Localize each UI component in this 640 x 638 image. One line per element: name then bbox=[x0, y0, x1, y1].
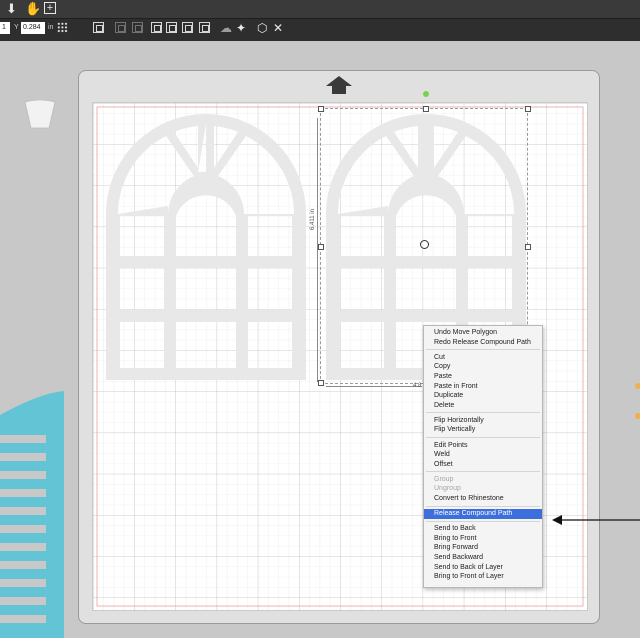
menu-item-release-compound-path[interactable]: Release Compound Path bbox=[424, 509, 542, 520]
width-dimension-line bbox=[326, 386, 422, 387]
down-arrow-icon[interactable]: ⬇ bbox=[6, 2, 17, 16]
orange-handle-2 bbox=[635, 413, 640, 419]
add-box-icon[interactable]: + bbox=[44, 2, 56, 14]
menu-separator bbox=[426, 520, 540, 522]
menu-item-offset[interactable]: Offset bbox=[424, 460, 542, 470]
menu-item-weld[interactable]: Weld bbox=[424, 450, 542, 460]
menu-item-undo-move-polygon[interactable]: Undo Move Polygon bbox=[424, 328, 542, 338]
orange-handle-1 bbox=[635, 383, 640, 389]
menu-separator bbox=[426, 349, 540, 351]
weld-icon[interactable]: ☁ bbox=[220, 21, 232, 35]
menu-item-send-backward[interactable]: Send Backward bbox=[424, 553, 542, 563]
menu-item-bring-to-front-of-layer[interactable]: Bring to Front of Layer bbox=[424, 572, 542, 582]
menu-item-cut[interactable]: Cut bbox=[424, 353, 542, 363]
hand-icon[interactable]: ✋ bbox=[25, 2, 41, 16]
send-backward-icon[interactable] bbox=[199, 22, 210, 33]
send-to-back-icon[interactable] bbox=[166, 22, 177, 33]
resize-handle-bl[interactable] bbox=[318, 380, 324, 386]
menu-item-edit-points[interactable]: Edit Points bbox=[424, 441, 542, 451]
rotate-handle[interactable] bbox=[423, 91, 429, 97]
group-icon[interactable] bbox=[115, 22, 126, 33]
load-mat-arrow-icon[interactable] bbox=[326, 76, 352, 94]
y-position-field[interactable]: 0.284 bbox=[21, 22, 45, 34]
resize-handle-tl[interactable] bbox=[318, 106, 324, 112]
anchor-grid-icon[interactable] bbox=[57, 22, 68, 33]
menu-item-send-to-back[interactable]: Send to Back bbox=[424, 524, 542, 534]
resize-handle-tr[interactable] bbox=[525, 106, 531, 112]
menu-item-ungroup[interactable]: Ungroup bbox=[424, 484, 542, 494]
x-position-field[interactable]: 1 bbox=[0, 22, 10, 34]
menu-item-flip-vertically[interactable]: Flip Vertically bbox=[424, 425, 542, 435]
menu-separator bbox=[426, 505, 540, 507]
menu-item-paste-in-front[interactable]: Paste in Front bbox=[424, 382, 542, 392]
mat-ruler-arc bbox=[24, 100, 56, 129]
resize-handle-mr[interactable] bbox=[525, 244, 531, 250]
menu-item-duplicate[interactable]: Duplicate bbox=[424, 391, 542, 401]
height-dimension: 6.411 in bbox=[310, 209, 316, 230]
rhinestone-icon[interactable]: ✦ bbox=[236, 21, 246, 35]
y-label: Y bbox=[14, 24, 19, 31]
resize-handle-tc[interactable] bbox=[423, 106, 429, 112]
menu-item-group[interactable]: Group bbox=[424, 475, 542, 485]
menu-item-flip-horizontally[interactable]: Flip Horizontally bbox=[424, 416, 542, 426]
menu-separator bbox=[426, 412, 540, 414]
add-shape-icon[interactable] bbox=[93, 22, 104, 33]
unit-label: in bbox=[48, 24, 54, 31]
arched-window-shape-left[interactable] bbox=[106, 114, 306, 384]
offset-icon[interactable]: ⬡ bbox=[257, 21, 267, 35]
height-dimension-line bbox=[317, 118, 318, 382]
menu-separator bbox=[426, 437, 540, 438]
center-crosshair-icon bbox=[420, 240, 429, 249]
menu-separator bbox=[426, 471, 540, 473]
resize-handle-ml[interactable] bbox=[318, 244, 324, 250]
menu-item-copy[interactable]: Copy bbox=[424, 362, 542, 372]
ungroup-icon[interactable] bbox=[132, 22, 143, 33]
close-icon[interactable]: ✕ bbox=[273, 21, 283, 35]
bring-forward-icon[interactable] bbox=[182, 22, 193, 33]
width-dimension: 4.8 bbox=[413, 383, 422, 389]
menu-item-send-to-back-of-layer[interactable]: Send to Back of Layer bbox=[424, 563, 542, 573]
menu-item-bring-to-front[interactable]: Bring to Front bbox=[424, 534, 542, 544]
menu-item-delete[interactable]: Delete bbox=[424, 401, 542, 411]
annotation-arrow bbox=[552, 515, 640, 525]
menu-item-convert-to-rhinestone[interactable]: Convert to Rhinestone bbox=[424, 494, 542, 504]
bring-to-front-icon[interactable] bbox=[151, 22, 162, 33]
main-toolbar: ⬇ ✋ + bbox=[0, 0, 640, 18]
menu-item-bring-forward[interactable]: Bring Forward bbox=[424, 543, 542, 553]
menu-item-paste[interactable]: Paste bbox=[424, 372, 542, 382]
menu-item-redo-release-compound-path[interactable]: Redo Release Compound Path bbox=[424, 338, 542, 348]
context-menu: Undo Move Polygon Redo Release Compound P… bbox=[423, 325, 543, 588]
teal-window-shape[interactable] bbox=[0, 385, 66, 638]
